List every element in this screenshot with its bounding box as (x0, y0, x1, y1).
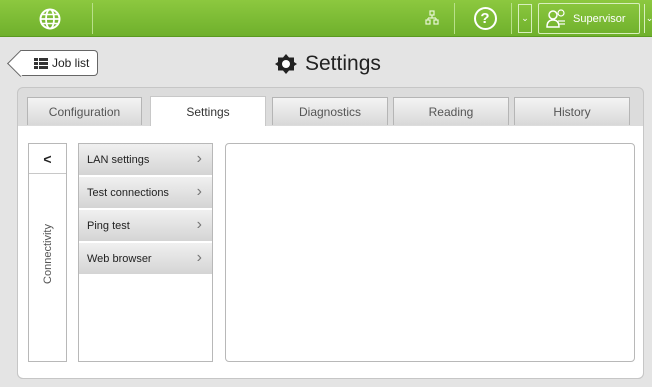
menu-item-test-connections[interactable]: Test connections › (79, 177, 212, 209)
tab-settings[interactable]: Settings (150, 96, 266, 126)
connectivity-sidebar: < Connectivity (28, 143, 67, 362)
menu-item-label: Ping test (87, 219, 130, 232)
tab-configuration[interactable]: Configuration (27, 97, 142, 125)
menu-item-label: LAN settings (87, 153, 150, 166)
menu-item-web-browser[interactable]: Web browser › (79, 243, 212, 275)
menu-item-label: Web browser (87, 252, 152, 265)
network-icon (425, 10, 439, 25)
grid-icon (34, 57, 48, 69)
dropdown-button[interactable]: ⌄ (518, 4, 532, 33)
top-bar: ? ⌄ Supervisor ⌄ (0, 0, 652, 37)
back-button[interactable]: < (29, 144, 66, 174)
chevron-right-icon: › (196, 183, 202, 200)
user-button[interactable]: Supervisor (538, 3, 640, 34)
user-label: Supervisor (573, 12, 626, 25)
connectivity-label: Connectivity (42, 224, 54, 284)
toolbar-divider (511, 3, 512, 34)
menu-item-lan-settings[interactable]: LAN settings › (79, 144, 212, 176)
toolbar-divider (92, 3, 93, 34)
chevron-right-icon: › (196, 150, 202, 167)
tab-diagnostics[interactable]: Diagnostics (272, 97, 388, 125)
menu-item-ping-test[interactable]: Ping test › (79, 210, 212, 242)
menu-item-label: Test connections (87, 186, 169, 199)
toolbar-divider (454, 3, 455, 34)
page-title-text: Settings (305, 52, 381, 75)
globe-icon (39, 8, 61, 30)
home-button[interactable] (14, 4, 86, 34)
gear-icon (275, 54, 297, 74)
help-button[interactable]: ? (462, 3, 508, 34)
chevron-right-icon: › (196, 216, 202, 233)
page-title: Settings (275, 50, 381, 78)
tab-history[interactable]: History (514, 97, 630, 125)
detail-pane (225, 143, 635, 362)
help-icon: ? (473, 7, 497, 30)
job-list-label: Job list (52, 56, 90, 70)
settings-menu: LAN settings › Test connections › Ping t… (78, 143, 213, 362)
user-dropdown-button[interactable]: ⌄ (644, 4, 652, 33)
user-icon (546, 8, 565, 28)
job-list-button[interactable]: Job list (20, 50, 98, 76)
tab-reading[interactable]: Reading (393, 97, 509, 125)
chevron-right-icon: › (196, 249, 202, 266)
